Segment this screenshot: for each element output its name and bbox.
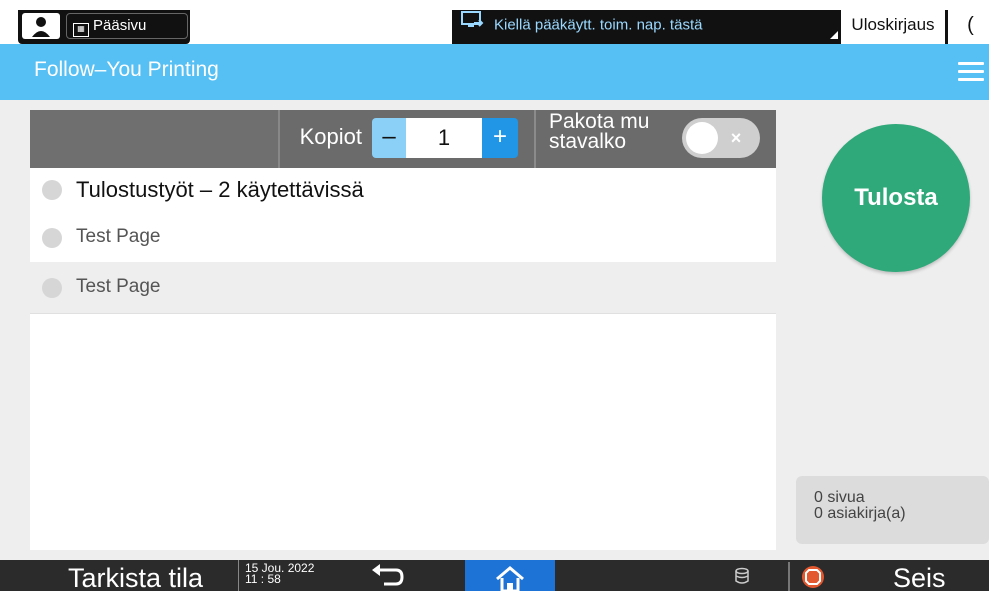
home-page-label: Pääsivu — [93, 17, 147, 34]
home-page-button[interactable]: ▦ Pääsivu — [66, 13, 188, 39]
title-bar: Follow–You Printing — [0, 44, 989, 100]
date-time: 15 Jou. 2022 11 : 58 — [238, 560, 326, 591]
document-count: 0 asiakirja(a) — [814, 505, 906, 522]
bottom-divider — [788, 562, 790, 591]
app-title: Follow–You Printing — [34, 58, 219, 81]
stop-icon[interactable] — [802, 566, 824, 588]
select-all-radio[interactable] — [42, 180, 62, 200]
logout-button[interactable]: Uloskirjaus — [838, 10, 948, 44]
energy-saver-icon[interactable]: ( — [952, 10, 989, 44]
copies-input[interactable]: 1 — [406, 118, 482, 158]
toolbar-blank-area — [30, 110, 280, 168]
job-label: Test Page — [76, 226, 161, 247]
monitor-icon — [460, 10, 484, 41]
copies-label: Kopiot — [299, 124, 362, 149]
user-icon[interactable] — [22, 13, 60, 39]
expand-corner-icon — [830, 31, 838, 39]
toolbar-divider — [534, 110, 536, 168]
page-count: 0 sivua — [814, 489, 865, 506]
job-label: Test Page — [76, 276, 161, 297]
force-bw-label: Pakota mu stavalko — [549, 110, 650, 153]
hamburger-menu-icon[interactable] — [958, 62, 984, 82]
job-radio[interactable] — [42, 228, 62, 248]
home-icon — [494, 565, 526, 593]
close-icon: × — [730, 128, 742, 148]
database-icon — [734, 566, 750, 586]
admin-notice-button[interactable]: Kiellä pääkäytt. toim. nap. tästä — [452, 10, 844, 44]
print-button[interactable]: Tulosta — [822, 124, 970, 272]
keyboard-icon: ▦ — [73, 23, 89, 37]
time-text: 11 : 58 — [245, 572, 281, 586]
job-group-label: Tulostustyöt – 2 käytettävissä — [76, 177, 364, 202]
back-arrow-icon[interactable] — [366, 562, 410, 590]
job-radio[interactable] — [42, 278, 62, 298]
job-count-box: 0 sivua 0 asiakirja(a) — [796, 476, 989, 544]
decrease-copies-button[interactable]: – — [372, 118, 406, 158]
admin-notice-text: Kiellä pääkäytt. toim. nap. tästä — [494, 16, 703, 34]
toggle-knob — [686, 122, 718, 154]
system-bar: ▦ Pääsivu Kiellä pääkäytt. toim. nap. täs… — [0, 10, 989, 44]
increase-copies-button[interactable]: + — [482, 118, 518, 158]
